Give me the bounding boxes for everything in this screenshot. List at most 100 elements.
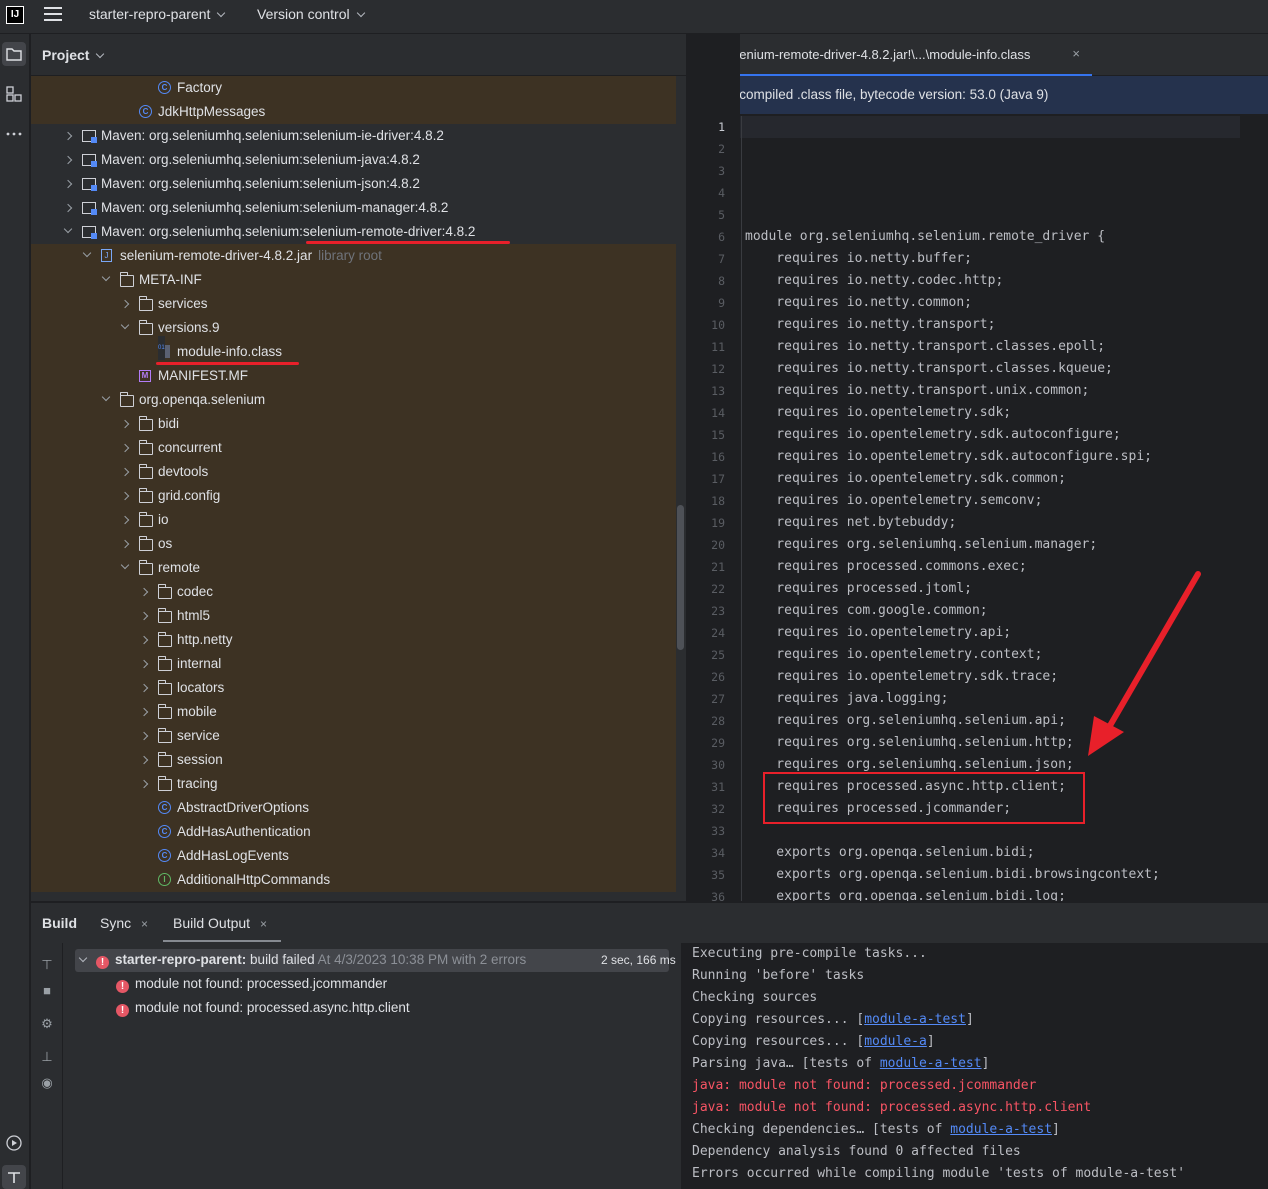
build-tool-button[interactable] — [2, 1165, 26, 1189]
chevron-down-icon[interactable] — [82, 248, 92, 258]
tree-node[interactable]: locators — [31, 676, 676, 700]
close-icon[interactable]: × — [141, 917, 148, 931]
tree-node[interactable]: M MANIFEST.MF — [31, 364, 676, 388]
chevron-right-icon[interactable] — [120, 539, 130, 549]
tree-node[interactable]: io — [31, 508, 676, 532]
tree-node[interactable]: os — [31, 532, 676, 556]
tree-node[interactable]: codec — [31, 580, 676, 604]
chevron-right-icon[interactable] — [120, 443, 130, 453]
vcs-selector[interactable]: Version control — [257, 6, 365, 22]
tree-node[interactable]: versions.9 — [31, 316, 676, 340]
build-console[interactable]: Executing pre-compile tasks... Running 'b… — [681, 943, 1268, 1189]
ide-logo-icon[interactable]: IJ — [6, 6, 24, 24]
tree-node[interactable]: http.netty — [31, 628, 676, 652]
tree-node[interactable]: grid.config — [31, 484, 676, 508]
chevron-right-icon[interactable] — [120, 467, 130, 477]
tree-node[interactable]: I AdditionalHttpCommands — [31, 868, 676, 892]
tab-build-output[interactable]: Build Output × — [173, 915, 267, 931]
pin-icon[interactable]: ⊥ — [39, 1049, 55, 1065]
tree-node[interactable]: C AbstractDriverOptions — [31, 796, 676, 820]
chevron-right-icon[interactable] — [120, 419, 130, 429]
chevron-down-icon[interactable] — [120, 320, 130, 330]
chevron-right-icon[interactable] — [139, 659, 149, 669]
tree-node[interactable]: html5 — [31, 604, 676, 628]
build-root-status: build failed — [250, 952, 315, 967]
hammer-icon[interactable]: ⊤ — [39, 957, 55, 973]
gear-icon[interactable]: ⚙ — [39, 1016, 55, 1032]
chevron-down-icon[interactable] — [101, 272, 111, 282]
tab-sync[interactable]: Sync × — [100, 915, 148, 931]
tree-node[interactable]: Maven: org.seleniumhq.selenium:selenium-… — [31, 172, 676, 196]
console-module-link[interactable]: module-a-test — [864, 1012, 966, 1027]
chevron-right-icon[interactable] — [120, 491, 130, 501]
tree-node[interactable]: service — [31, 724, 676, 748]
chevron-right-icon[interactable] — [120, 299, 130, 309]
tree-node[interactable]: bidi — [31, 412, 676, 436]
tree-node[interactable]: mobile — [31, 700, 676, 724]
tree-node[interactable]: META-INF — [31, 268, 676, 292]
eye-icon[interactable]: ◉ — [39, 1075, 55, 1091]
tree-node[interactable]: C AddHasLogEvents — [31, 844, 676, 868]
console-module-link[interactable]: module-a — [864, 1034, 927, 1049]
console-module-link[interactable]: module-a-test — [880, 1056, 982, 1071]
run-tool-button[interactable] — [2, 1131, 26, 1155]
chevron-right-icon[interactable] — [139, 755, 149, 765]
chevron-right-icon[interactable] — [139, 731, 149, 741]
close-icon[interactable]: × — [260, 917, 267, 931]
tree-node[interactable]: Jselenium-remote-driver-4.8.2.jar library… — [31, 244, 676, 268]
close-icon[interactable]: × — [1072, 46, 1080, 61]
main-menu-icon[interactable] — [44, 7, 62, 23]
tree-node[interactable]: services — [31, 292, 676, 316]
chevron-right-icon[interactable] — [139, 683, 149, 693]
tree-node[interactable]: internal — [31, 652, 676, 676]
tree-node[interactable]: tracing — [31, 772, 676, 796]
editor-tab-module-info[interactable]: selenium-remote-driver-4.8.2.jar!\...\mo… — [687, 34, 1092, 76]
chevron-right-icon[interactable] — [139, 707, 149, 717]
tree-node[interactable]: C Factory — [31, 76, 676, 100]
tree-node[interactable]: C JdkHttpMessages — [31, 100, 676, 124]
chevron-down-icon[interactable] — [101, 392, 111, 402]
chevron-right-icon[interactable] — [139, 587, 149, 597]
stop-icon[interactable]: ■ — [39, 983, 55, 999]
code-line: requires io.netty.buffer; — [745, 251, 972, 266]
chevron-right-icon[interactable] — [139, 611, 149, 621]
tree-node-text: remote — [158, 560, 201, 575]
tree-node[interactable]: Maven: org.seleniumhq.selenium:selenium-… — [31, 124, 676, 148]
error-row[interactable]: ! module not found: processed.async.http.… — [116, 996, 410, 1020]
structure-tool-button[interactable] — [2, 82, 26, 106]
tree-node[interactable]: Maven: org.seleniumhq.selenium:selenium-… — [31, 148, 676, 172]
chevron-right-icon[interactable] — [120, 515, 130, 525]
tree-node[interactable]: remote — [31, 556, 676, 580]
tree-node[interactable]: devtools — [31, 460, 676, 484]
more-tools-button[interactable] — [2, 122, 26, 146]
chevron-right-icon[interactable] — [63, 155, 73, 165]
console-module-link[interactable]: module-a-test — [950, 1122, 1052, 1137]
tree-node[interactable]: module-info.class — [31, 336, 676, 364]
tree-node-hint: library root — [318, 248, 382, 263]
chevron-right-icon[interactable] — [139, 779, 149, 789]
console-line: java: module not found: processed.jcomma… — [692, 1078, 1036, 1093]
tree-node-label: module-info.class — [177, 340, 282, 364]
chevron-right-icon[interactable] — [63, 131, 73, 141]
tree-node-label: MANIFEST.MF — [158, 364, 248, 388]
tree-node[interactable]: org.openqa.selenium — [31, 388, 676, 412]
project-tree-scrollbar[interactable] — [677, 505, 684, 650]
project-panel-header[interactable]: Project — [31, 34, 686, 76]
annotation-underline — [306, 241, 510, 244]
chevron-right-icon[interactable] — [139, 635, 149, 645]
chevron-down-icon[interactable] — [120, 560, 130, 570]
tree-node[interactable]: C AddHasAuthentication — [31, 820, 676, 844]
chevron-right-icon[interactable] — [63, 179, 73, 189]
project-selector[interactable]: starter-repro-parent — [89, 6, 226, 22]
tree-node[interactable]: Maven: org.seleniumhq.selenium:selenium-… — [31, 196, 676, 220]
error-row[interactable]: ! module not found: processed.jcommander — [116, 972, 387, 996]
build-root-row[interactable]: ! starter-repro-parent: build failed At 4… — [78, 948, 526, 972]
tree-node[interactable]: concurrent — [31, 436, 676, 460]
project-tool-button[interactable] — [2, 42, 26, 66]
folder-icon — [158, 704, 172, 719]
chevron-down-icon[interactable] — [63, 224, 73, 234]
chevron-right-icon[interactable] — [63, 203, 73, 213]
line-number: 25 — [711, 648, 725, 662]
tree-node[interactable]: session — [31, 748, 676, 772]
tree-node-text: module-info.class — [177, 344, 283, 359]
